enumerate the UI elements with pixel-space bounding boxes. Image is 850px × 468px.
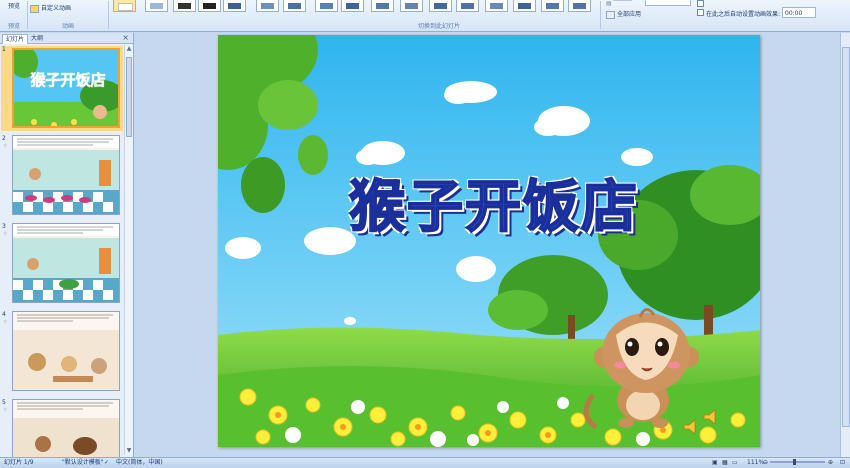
auto-after-time-input[interactable]: 00:00	[782, 7, 816, 18]
transition-option[interactable]	[541, 0, 564, 12]
transition-option[interactable]	[173, 0, 196, 12]
slide-number: 5	[2, 399, 6, 406]
ribbon: 预览 自定义动画 预览 动画 切换到此幻灯片 ▤ ▔▔▔▔ 全部应用 在此之后自…	[0, 0, 850, 32]
animation-star-icon: ☆	[3, 407, 8, 413]
slide-thumbnail: 猴子开饭店	[12, 48, 120, 128]
slide-thumbnail	[12, 223, 120, 303]
transition-option[interactable]	[198, 0, 221, 12]
divider	[27, 1, 28, 29]
slide-thumbnail-item[interactable]: 2 ☆	[1, 135, 123, 220]
scroll-down-icon[interactable]: ▼	[126, 448, 132, 454]
transition-option[interactable]	[568, 0, 591, 12]
scrollbar-thumb[interactable]	[126, 57, 132, 137]
transition-option[interactable]	[513, 0, 536, 12]
custom-animation-label: 自定义动画	[41, 5, 72, 12]
divider	[600, 1, 601, 29]
custom-animation-button[interactable]: 自定义动画	[30, 3, 71, 13]
tab-outline[interactable]: 大纲	[28, 34, 46, 43]
slide-number: 3	[2, 223, 6, 230]
slide-thumbnail	[12, 135, 120, 215]
transition-option[interactable]	[283, 0, 306, 12]
apply-icon	[606, 10, 615, 19]
svg-text:猴子开饭店: 猴子开饭店	[30, 71, 105, 89]
divider	[108, 1, 109, 29]
slide-thumbnail-item[interactable]: 4 ☆	[1, 311, 123, 396]
zoom-slider-knob[interactable]	[793, 459, 796, 465]
status-bar: 幻灯片 1/9 "默认设计模板" ✓ 中文(简体，中国) ▣ ▦ ▭ 111% …	[0, 457, 850, 468]
transition-option[interactable]	[113, 0, 136, 12]
on-click-checkbox[interactable]	[697, 0, 704, 7]
pane-scrollbar[interactable]: ▲ ▼	[124, 45, 133, 455]
workspace-scrollbar[interactable]	[840, 33, 850, 457]
transition-option[interactable]	[400, 0, 423, 12]
slide-title[interactable]: 猴子开饭店	[314, 162, 674, 243]
apply-all-button[interactable]: 全部应用	[606, 9, 641, 19]
group-label-preview: 预览	[8, 23, 21, 30]
transition-option[interactable]	[315, 0, 338, 12]
transition-option[interactable]	[256, 0, 279, 12]
transition-option[interactable]	[341, 0, 364, 12]
auto-after-checkbox[interactable]	[697, 9, 704, 16]
scroll-up-icon[interactable]: ▲	[126, 46, 132, 52]
slide-thumbnail-item[interactable]: 3 ☆	[1, 223, 123, 308]
transition-option[interactable]	[429, 0, 452, 12]
slide-thumbnail	[12, 399, 120, 459]
slide-number: 4	[2, 311, 6, 318]
transition-option[interactable]	[145, 0, 168, 12]
animation-star-icon: ☆	[3, 143, 8, 149]
slide-canvas[interactable]: 猴子开饭店	[218, 35, 760, 447]
group-label-transition: 切换到此幻灯片	[418, 23, 461, 30]
transition-option[interactable]	[371, 0, 394, 12]
sound-row[interactable]: ▤ ▔▔▔▔	[606, 0, 632, 7]
slide-thumbnail-item[interactable]: 1 猴子开饭店	[1, 46, 123, 131]
scrollbar-thumb[interactable]	[842, 47, 850, 427]
slide-thumbnail	[12, 311, 120, 391]
transition-gallery	[113, 0, 593, 14]
apply-all-label: 全部应用	[617, 11, 642, 18]
preview-label: 预览	[8, 3, 21, 10]
slide-number: 2	[2, 135, 6, 142]
close-icon[interactable]: ×	[122, 33, 129, 43]
transition-option[interactable]	[456, 0, 479, 12]
sound-dropdown[interactable]	[645, 0, 691, 6]
tab-slides[interactable]: 幻灯片	[2, 34, 29, 44]
zoom-slider[interactable]	[770, 461, 825, 463]
slides-pane: 幻灯片 大纲 × 1 猴子开饭店 2 ☆ 3 ☆ 4 ☆ 5 ☆ ▲ ▼	[0, 33, 134, 459]
star-icon	[30, 4, 39, 13]
slide-number: 1	[2, 46, 6, 53]
transition-option[interactable]	[223, 0, 246, 12]
preview-button[interactable]: 预览	[8, 1, 20, 10]
animation-star-icon: ☆	[3, 231, 8, 237]
auto-after-label: 在此之后自动设置动画效果:	[706, 11, 781, 18]
animation-star-icon: ☆	[3, 319, 8, 325]
slide-thumbnail-item[interactable]: 5 ☆	[1, 399, 123, 459]
group-label-animation: 动画	[62, 23, 75, 30]
pane-tabs: 幻灯片 大纲 ×	[0, 33, 133, 44]
transition-option[interactable]	[485, 0, 508, 12]
